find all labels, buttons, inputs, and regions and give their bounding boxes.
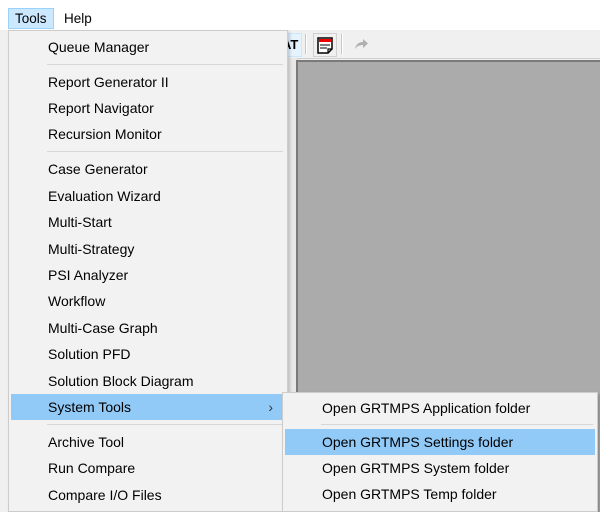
- menu-item-report-generator-ii[interactable]: Report Generator II: [11, 69, 285, 95]
- menu-tools[interactable]: Tools: [8, 8, 54, 29]
- notes-icon: [317, 37, 333, 54]
- menu-item-queue-manager[interactable]: Queue Manager: [11, 34, 285, 60]
- menu-item-solution-block-diagram[interactable]: Solution Block Diagram: [11, 368, 285, 394]
- menu-separator: [321, 424, 593, 425]
- submenu-item-open-system-folder[interactable]: Open GRTMPS System folder: [285, 455, 595, 481]
- menu-item-solution-pfd[interactable]: Solution PFD: [11, 341, 285, 367]
- tools-menu: Queue Manager Report Generator II Report…: [8, 30, 288, 512]
- menu-item-label: System Tools: [48, 399, 131, 415]
- toolbar-separator: [305, 34, 307, 54]
- system-tools-submenu: Open GRTMPS Application folder Open GRTM…: [282, 392, 598, 512]
- menu-separator: [47, 151, 283, 152]
- toolbar-separator: [341, 34, 343, 54]
- menu-item-multi-strategy[interactable]: Multi-Strategy: [11, 236, 285, 262]
- submenu-arrow-icon: ›: [268, 399, 273, 415]
- submenu-item-open-temp-folder[interactable]: Open GRTMPS Temp folder: [285, 481, 595, 507]
- menu-separator: [47, 424, 283, 425]
- menu-item-run-compare[interactable]: Run Compare: [11, 455, 285, 481]
- title-strip: [0, 0, 600, 8]
- menu-item-workflow[interactable]: Workflow: [11, 288, 285, 314]
- menu-item-compare-io-files[interactable]: Compare I/O Files: [11, 482, 285, 508]
- menu-item-multi-case-graph[interactable]: Multi-Case Graph: [11, 315, 285, 341]
- menu-item-system-tools[interactable]: System Tools ›: [11, 394, 285, 420]
- menu-help[interactable]: Help: [58, 9, 98, 28]
- redo-icon: [355, 39, 368, 49]
- menu-item-case-generator[interactable]: Case Generator: [11, 156, 285, 182]
- menu-item-evaluation-wizard[interactable]: Evaluation Wizard: [11, 183, 285, 209]
- redo-button[interactable]: [350, 33, 372, 55]
- menu-separator: [47, 64, 283, 65]
- menu-item-multi-start[interactable]: Multi-Start: [11, 209, 285, 235]
- menu-item-recursion-monitor[interactable]: Recursion Monitor: [11, 121, 285, 147]
- left-panel-edge: [0, 58, 8, 510]
- submenu-item-open-application-folder[interactable]: Open GRTMPS Application folder: [285, 395, 595, 421]
- menu-bar: Tools Help: [0, 8, 600, 30]
- menu-item-psi-analyzer[interactable]: PSI Analyzer: [11, 262, 285, 288]
- submenu-item-open-settings-folder[interactable]: Open GRTMPS Settings folder: [285, 429, 595, 455]
- menu-item-report-navigator[interactable]: Report Navigator: [11, 95, 285, 121]
- notes-button[interactable]: [313, 33, 337, 57]
- menu-item-archive-tool[interactable]: Archive Tool: [11, 429, 285, 455]
